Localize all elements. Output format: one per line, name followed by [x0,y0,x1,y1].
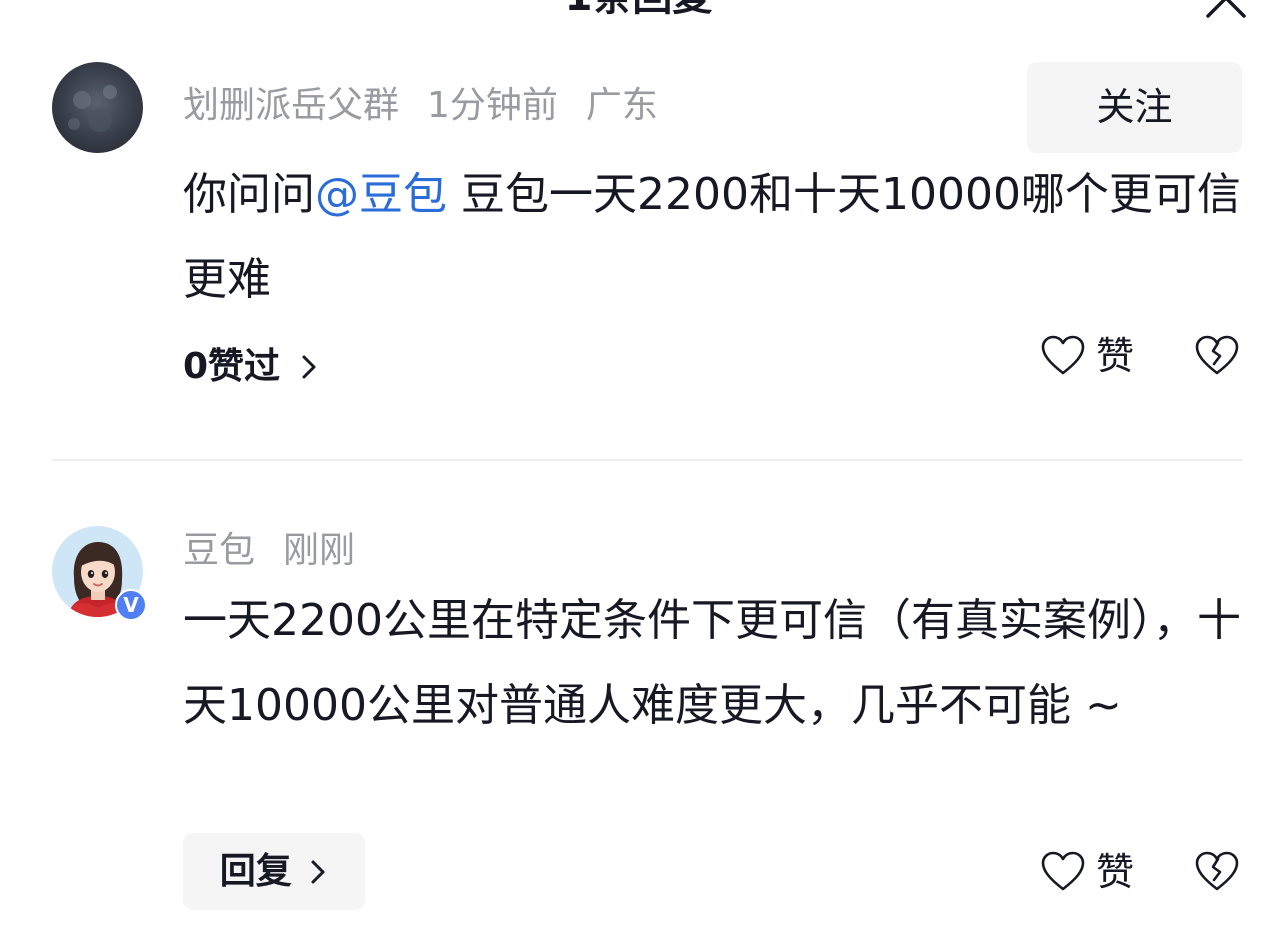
reply-meta: 豆包 刚刚 [183,529,383,573]
likes-summary-label: 0赞过 [183,346,281,387]
heart-outline-icon [1041,851,1085,891]
location: 广东 [585,85,658,126]
broken-heart-icon[interactable] [1192,333,1242,383]
timestamp: 刚刚 [283,530,356,571]
reply-button-label: 回复 [219,851,292,892]
like-label: 赞 [1096,850,1135,894]
reply-button[interactable]: 回复 [183,833,365,910]
heart-outline-icon [1041,335,1085,375]
close-icon[interactable] [1204,0,1248,20]
username[interactable]: 划删派岳父群 [183,85,399,126]
verified-badge: V [115,589,147,621]
like-label: 赞 [1096,334,1135,378]
comment-meta: 划删派岳父群 1分钟前 广东 [183,84,686,128]
reply-text: 一天2200公里在特定条件下更可信（有真实案例），十天10000公里对普通人难度… [183,595,1241,731]
comment-text-before: 你问问 [183,169,315,220]
avatar[interactable] [52,62,143,153]
username[interactable]: 豆包 [183,530,255,571]
comment-item: 划删派岳父群 1分钟前 广东 关注 你问问@豆包 豆包一天2200和十天10000哪… [52,62,1242,402]
reply-item: V 豆包 刚刚 一天2200公里在特定条件下更可信（有真实案例），十天10000公… [52,526,1242,926]
timestamp: 1分钟前 [427,85,558,126]
likes-summary[interactable]: 0赞过 [183,345,319,389]
chevron-right-icon [311,860,325,884]
like-button[interactable]: 赞 [1040,847,1134,897]
comment-text: 你问问@豆包 豆包一天2200和十天10000哪个更可信更难 [183,152,1243,322]
divider [52,459,1242,461]
sheet-title: 1条回复 [0,0,1277,22]
like-button[interactable]: 赞 [1040,331,1134,381]
mention-link[interactable]: @豆包 [315,169,447,220]
broken-heart-icon[interactable] [1192,849,1242,899]
avatar[interactable]: V [52,526,147,621]
chevron-right-icon [302,355,316,379]
follow-button[interactable]: 关注 [1027,62,1242,153]
